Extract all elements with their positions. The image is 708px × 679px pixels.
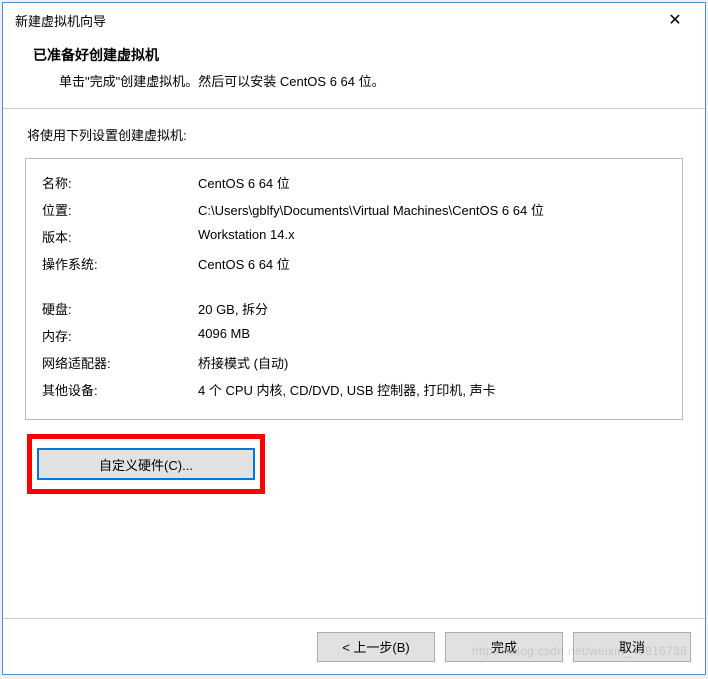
settings-val: 4096 MB bbox=[198, 326, 666, 345]
settings-key: 硬盘: bbox=[42, 299, 198, 318]
titlebar: 新建虚拟机向导 ✕ bbox=[3, 3, 705, 37]
settings-val: 20 GB, 拆分 bbox=[198, 299, 666, 318]
settings-row: 操作系统: CentOS 6 64 位 bbox=[42, 250, 666, 277]
settings-row: 位置: C:\Users\gblfy\Documents\Virtual Mac… bbox=[42, 196, 666, 223]
footer: < 上一步(B) 完成 取消 bbox=[3, 618, 705, 674]
settings-key: 版本: bbox=[42, 227, 198, 246]
customize-hardware-button[interactable]: 自定义硬件(C)... bbox=[38, 449, 254, 479]
header-section: 已准备好创建虚拟机 单击"完成"创建虚拟机。然后可以安装 CentOS 6 64… bbox=[3, 37, 705, 108]
settings-row: 内存: 4096 MB bbox=[42, 322, 666, 349]
settings-val: CentOS 6 64 位 bbox=[198, 173, 666, 192]
content-area: 将使用下列设置创建虚拟机: 名称: CentOS 6 64 位 位置: C:\U… bbox=[3, 109, 705, 494]
settings-key: 位置: bbox=[42, 200, 198, 219]
settings-key: 其他设备: bbox=[42, 380, 198, 399]
summary-intro: 将使用下列设置创建虚拟机: bbox=[27, 125, 683, 144]
settings-key: 内存: bbox=[42, 326, 198, 345]
settings-row: 名称: CentOS 6 64 位 bbox=[42, 169, 666, 196]
settings-row: 版本: Workstation 14.x bbox=[42, 223, 666, 250]
settings-val: 桥接模式 (自动) bbox=[198, 353, 666, 372]
settings-key: 网络适配器: bbox=[42, 353, 198, 372]
settings-key: 操作系统: bbox=[42, 254, 198, 273]
settings-row: 硬盘: 20 GB, 拆分 bbox=[42, 295, 666, 322]
window-title: 新建虚拟机向导 bbox=[15, 11, 106, 30]
highlight-box: 自定义硬件(C)... bbox=[27, 434, 265, 494]
header-title: 已准备好创建虚拟机 bbox=[33, 45, 689, 65]
header-subtitle: 单击"完成"创建虚拟机。然后可以安装 CentOS 6 64 位。 bbox=[59, 71, 689, 90]
settings-val: CentOS 6 64 位 bbox=[198, 254, 666, 273]
settings-row: 网络适配器: 桥接模式 (自动) bbox=[42, 349, 666, 376]
gap bbox=[42, 277, 666, 295]
settings-val: 4 个 CPU 内核, CD/DVD, USB 控制器, 打印机, 声卡 bbox=[198, 380, 666, 399]
settings-val: C:\Users\gblfy\Documents\Virtual Machine… bbox=[198, 200, 666, 219]
close-icon[interactable]: ✕ bbox=[655, 10, 695, 30]
cancel-button[interactable]: 取消 bbox=[573, 632, 691, 662]
wizard-dialog: 新建虚拟机向导 ✕ 已准备好创建虚拟机 单击"完成"创建虚拟机。然后可以安装 C… bbox=[2, 2, 706, 675]
back-button[interactable]: < 上一步(B) bbox=[317, 632, 435, 662]
settings-val: Workstation 14.x bbox=[198, 227, 666, 246]
settings-row: 其他设备: 4 个 CPU 内核, CD/DVD, USB 控制器, 打印机, … bbox=[42, 376, 666, 403]
settings-key: 名称: bbox=[42, 173, 198, 192]
settings-box: 名称: CentOS 6 64 位 位置: C:\Users\gblfy\Doc… bbox=[25, 158, 683, 420]
finish-button[interactable]: 完成 bbox=[445, 632, 563, 662]
